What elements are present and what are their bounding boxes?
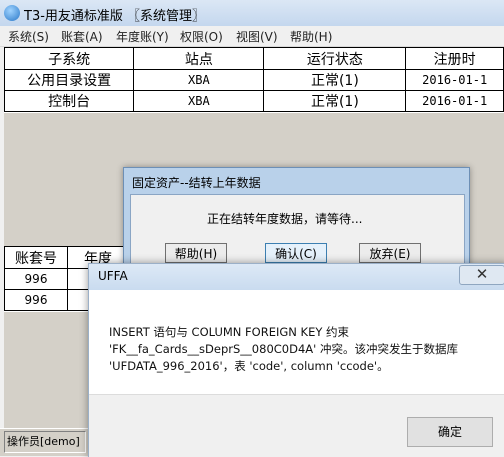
cell-subsystem: 公用目录设置	[4, 69, 135, 91]
cell-site: XBA	[133, 69, 265, 91]
header-site: 站点	[133, 47, 265, 70]
table-row[interactable]: 控制台 XBA 正常(1) 2016-01-1	[4, 90, 504, 112]
cell-status: 正常(1)	[263, 90, 407, 112]
menu-bar: 系统(S) 账套(A) 年度账(Y) 权限(O) 视图(V) 帮助(H)	[0, 26, 504, 47]
error-message: INSERT 语句与 COLUMN FOREIGN KEY 约束 'FK__fa…	[109, 324, 489, 375]
header-status: 运行状态	[263, 47, 407, 70]
menu-account-set[interactable]: 账套(A)	[61, 28, 103, 45]
progress-dialog-body: 正在结转年度数据，请等待... 帮助(H) 确认(C) 放弃(E)	[130, 194, 465, 264]
error-dialog-titlebar: UFFA ✕	[89, 264, 504, 290]
progress-message: 正在结转年度数据，请等待...	[207, 212, 363, 226]
abort-button-label: 放弃(E)	[369, 247, 411, 261]
menu-permission[interactable]: 权限(O)	[180, 28, 223, 45]
cell-subsystem: 控制台	[4, 90, 135, 112]
abort-button[interactable]: 放弃(E)	[359, 243, 421, 263]
confirm-button-label: 确认(C)	[275, 247, 317, 261]
header-subsystem: 子系统	[4, 47, 135, 70]
cell-register-time: 2016-01-1	[405, 90, 504, 112]
help-button[interactable]: 帮助(H)	[165, 243, 227, 263]
header-account-no: 账套号	[4, 246, 68, 269]
cell-status: 正常(1)	[263, 69, 407, 91]
table-header-row: 子系统 站点 运行状态 注册时	[4, 47, 504, 70]
error-message-line: 'UFDATA_996_2016'，表 'code', column 'ccod…	[109, 359, 389, 373]
help-button-label: 帮助(H)	[174, 247, 218, 261]
subsystem-table: 子系统 站点 运行状态 注册时 公用目录设置 XBA 正常(1) 2016-01…	[4, 47, 504, 113]
ok-button-label: 确定	[437, 425, 462, 439]
cell-account-no: 996	[4, 289, 68, 311]
confirm-button[interactable]: 确认(C)	[265, 243, 327, 263]
error-dialog-footer: 确定	[89, 394, 504, 457]
menu-view[interactable]: 视图(V)	[236, 28, 278, 45]
error-message-line: 'FK__fa_Cards__sDeprS__080C0D4A' 冲突。该冲突发…	[109, 342, 458, 356]
cell-site: XBA	[133, 90, 265, 112]
header-register-time: 注册时	[405, 47, 504, 70]
error-message-line: INSERT 语句与 COLUMN FOREIGN KEY 约束	[109, 325, 350, 339]
ok-button[interactable]: 确定	[407, 417, 493, 447]
operator-status: 操作员[demo]	[4, 431, 86, 453]
menu-annual-account[interactable]: 年度账(Y)	[116, 28, 169, 45]
progress-dialog-title: 固定资产--结转上年数据	[132, 176, 261, 190]
close-icon: ✕	[475, 265, 489, 283]
menu-system[interactable]: 系统(S)	[8, 28, 49, 45]
cell-register-time: 2016-01-1	[405, 69, 504, 91]
title-bar: T3-用友通标准版 〖系统管理〗	[0, 0, 504, 26]
progress-dialog: 固定资产--结转上年数据 正在结转年度数据，请等待... 帮助(H) 确认(C)…	[123, 167, 470, 269]
error-dialog-title: UFFA	[98, 269, 128, 283]
menu-help[interactable]: 帮助(H)	[290, 28, 332, 45]
table-row[interactable]: 公用目录设置 XBA 正常(1) 2016-01-1	[4, 69, 504, 91]
app-icon	[4, 5, 20, 21]
cell-account-no: 996	[4, 268, 68, 290]
error-dialog: UFFA ✕ INSERT 语句与 COLUMN FOREIGN KEY 约束 …	[88, 263, 504, 457]
close-button[interactable]: ✕	[459, 265, 504, 285]
window-title: T3-用友通标准版 〖系统管理〗	[24, 9, 206, 24]
